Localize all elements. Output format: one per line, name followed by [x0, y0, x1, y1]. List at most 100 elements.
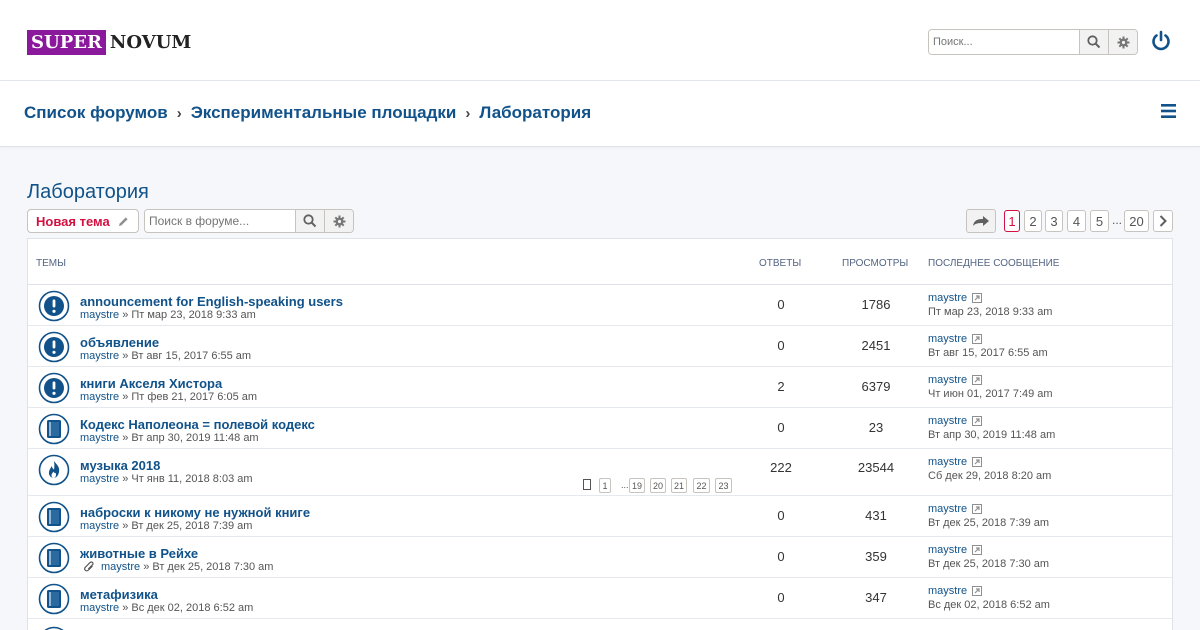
views-count: 6379 — [861, 379, 891, 394]
topic-row: метафизика maystre » Вс дек 02, 2018 6:52… — [28, 578, 1172, 619]
last-post-author-link[interactable]: maystre — [928, 456, 967, 468]
topic-row-partial — [28, 619, 1172, 630]
last-post-date: Сб дек 29, 2018 8:20 am — [928, 470, 1052, 482]
header-search-box — [928, 29, 1138, 55]
topic-author-link[interactable]: maystre — [80, 602, 119, 614]
next-page-button[interactable] — [1153, 210, 1173, 232]
replies-count: 0 — [777, 590, 785, 605]
breadcrumb-forum-list[interactable]: Список форумов — [24, 103, 168, 123]
last-post-date: Вт апр 30, 2019 11:48 am — [928, 429, 1056, 441]
replies-count: 0 — [777, 420, 785, 435]
topic-date: » Чт янв 11, 2018 8:03 am — [122, 473, 253, 485]
announcement-icon — [38, 290, 70, 322]
topic-date: » Вт авг 15, 2017 6:55 am — [122, 350, 252, 362]
go-to-post-icon[interactable] — [972, 504, 983, 514]
header-search-button[interactable] — [1079, 30, 1108, 54]
topic-icon — [38, 501, 70, 533]
topic-title-link[interactable]: наброски к никому не нужной книге — [80, 505, 310, 520]
column-last-post: ПОСЛЕДНЕЕ СООБЩЕНИЕ — [928, 258, 1060, 269]
forum-search-input[interactable] — [145, 210, 295, 232]
topic-title-link[interactable]: книги Акселя Хистора — [80, 376, 222, 391]
topic-title-link[interactable]: объявление — [80, 335, 159, 350]
topic-pagination: 1... 19 20 21 22 23 — [583, 478, 732, 493]
topic-author-link[interactable]: maystre — [80, 350, 119, 362]
topic-date: » Вт дек 25, 2018 7:39 am — [122, 520, 253, 532]
views-count: 359 — [865, 549, 887, 564]
topic-meta: maystre » Вт апр 30, 2019 11:48 am — [80, 432, 259, 444]
topic-title-link[interactable]: метафизика — [80, 587, 158, 602]
menu-icon[interactable] — [1161, 104, 1176, 118]
last-post: maystre Вс дек 02, 2018 6:52 am — [928, 585, 1050, 611]
site-header: SUPER NOVUM — [0, 0, 1200, 81]
go-to-post-icon[interactable] — [972, 545, 983, 555]
views-count: 23 — [868, 420, 884, 435]
topic-title-link[interactable]: Кодекс Наполеона = полевой кодекс — [80, 417, 315, 432]
page-link-1[interactable]: 1 — [1004, 210, 1020, 232]
topic-title-link[interactable]: музыка 2018 — [80, 458, 160, 473]
new-topic-button[interactable]: Новая тема — [27, 209, 139, 233]
gear-icon — [333, 215, 345, 227]
topic-page-link[interactable]: 1 — [599, 478, 611, 493]
go-to-post-icon[interactable] — [972, 416, 983, 426]
last-post-author-link[interactable]: maystre — [928, 374, 967, 386]
replies-count: 0 — [777, 338, 785, 353]
last-post-author-link[interactable]: maystre — [928, 333, 967, 345]
site-logo[interactable]: SUPER NOVUM — [27, 30, 191, 55]
chevron-right-icon — [1159, 215, 1167, 227]
last-post: maystre Пт мар 23, 2018 9:33 am — [928, 292, 1052, 318]
search-icon — [1087, 35, 1101, 49]
last-post-author-link[interactable]: maystre — [928, 544, 967, 556]
breadcrumb-separator: › — [465, 104, 471, 122]
jump-to-page-button[interactable] — [966, 209, 996, 233]
topic-author-link[interactable]: maystre — [80, 432, 119, 444]
topic-row: музыка 2018 maystre » Чт янв 11, 2018 8:0… — [28, 449, 1172, 496]
breadcrumb-experimental[interactable]: Экспериментальные площадки — [191, 103, 457, 123]
topic-author-link[interactable]: maystre — [80, 309, 119, 321]
views-count: 347 — [865, 590, 887, 605]
topic-icon — [38, 583, 70, 615]
go-to-post-icon[interactable] — [972, 457, 983, 467]
breadcrumb-laboratory[interactable]: Лаборатория — [479, 103, 591, 123]
views-count: 2451 — [861, 338, 891, 353]
topic-page-link[interactable]: 21 — [671, 478, 687, 493]
header-advanced-search-button[interactable] — [1108, 30, 1137, 54]
go-to-post-icon[interactable] — [972, 375, 983, 385]
topic-icon — [38, 542, 70, 574]
go-to-post-icon[interactable] — [972, 293, 983, 303]
topic-page-link[interactable]: 22 — [693, 478, 710, 493]
topic-author-link[interactable]: maystre — [80, 473, 119, 485]
page-link-2[interactable]: 2 — [1024, 210, 1042, 232]
header-search-input[interactable] — [929, 30, 1079, 54]
last-post-author-link[interactable]: maystre — [928, 585, 967, 597]
topic-row: животные в Рейхе maystre » Вт дек 25, 201… — [28, 537, 1172, 578]
forum-advanced-search-button[interactable] — [324, 210, 353, 232]
page-title[interactable]: Лаборатория — [27, 181, 149, 204]
topic-author-link[interactable]: maystre — [80, 520, 119, 532]
topic-page-link[interactable]: 23 — [715, 478, 732, 493]
forum-search-button[interactable] — [295, 210, 324, 232]
power-login-icon[interactable] — [1150, 30, 1172, 52]
page-link-3[interactable]: 3 — [1045, 210, 1063, 232]
replies-count: 222 — [770, 460, 792, 475]
page-link-4[interactable]: 4 — [1067, 210, 1086, 232]
last-post-author-link[interactable]: maystre — [928, 503, 967, 515]
topic-page-link[interactable]: 20 — [650, 478, 666, 493]
page-link-20[interactable]: 20 — [1124, 210, 1149, 232]
paperclip-icon — [84, 561, 94, 572]
breadcrumb-bar: Список форумов › Экспериментальные площа… — [0, 81, 1200, 147]
topic-title-link[interactable]: announcement for English-speaking users — [80, 294, 343, 309]
pencil-icon — [118, 216, 128, 226]
go-to-post-icon[interactable] — [972, 586, 983, 596]
topic-page-ellipsis: ... — [621, 480, 629, 490]
topic-title-link[interactable]: животные в Рейхе — [80, 546, 198, 561]
last-post-author-link[interactable]: maystre — [928, 292, 967, 304]
gear-icon — [1117, 36, 1129, 48]
topic-author-link[interactable]: maystre — [101, 561, 140, 573]
go-to-post-icon[interactable] — [972, 334, 983, 344]
topic-meta: maystre » Вт авг 15, 2017 6:55 am — [80, 350, 251, 362]
topic-author-link[interactable]: maystre — [80, 391, 119, 403]
page-link-5[interactable]: 5 — [1090, 210, 1109, 232]
views-count: 23544 — [857, 460, 895, 475]
topic-page-link[interactable]: 19 — [629, 478, 645, 493]
last-post-author-link[interactable]: maystre — [928, 415, 967, 427]
